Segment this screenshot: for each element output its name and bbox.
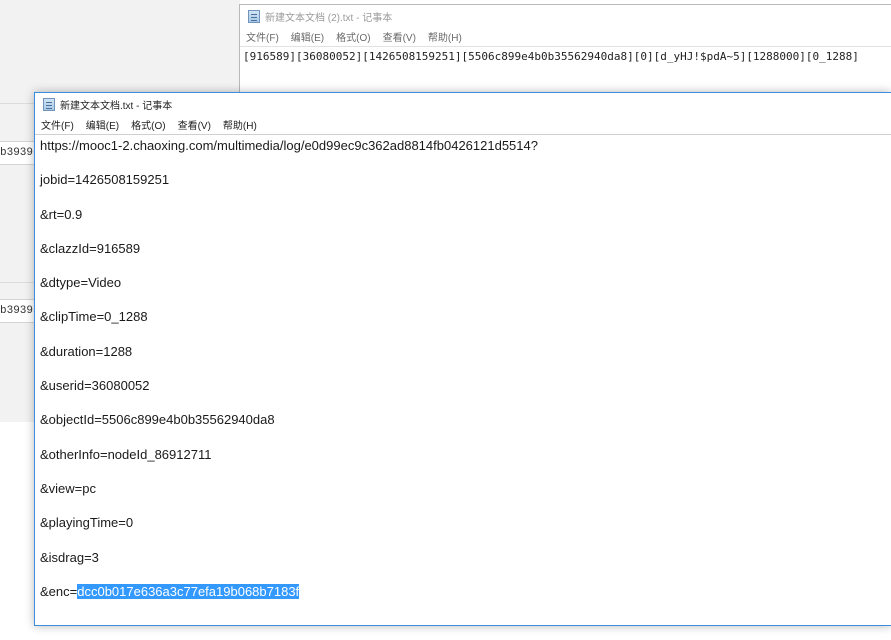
notepad-window-front[interactable]: 新建文本文档.txt - 记事本 文件(F) 编辑(E) 格式(O) 查看(V)…: [34, 92, 891, 626]
background-text-field[interactable]: b39395: [0, 141, 35, 165]
text-line: &clazzId=916589: [40, 240, 141, 256]
text-line: &playingTime=0: [40, 515, 134, 531]
menu-bar: 文件(F) 编辑(E) 格式(O) 查看(V) 帮助(H): [35, 115, 891, 134]
notepad-window-back[interactable]: 新建文本文档 (2).txt - 记事本 文件(F) 编辑(E) 格式(O) 查…: [239, 4, 891, 94]
menu-format[interactable]: 格式(O): [330, 29, 376, 44]
text-line: &objectId=5506c899e4b0b35562940da8: [40, 412, 275, 428]
title-bar[interactable]: 新建文本文档 (2).txt - 记事本: [240, 5, 891, 27]
text-editor-area[interactable]: [916589][36080052][1426508159251][5506c8…: [240, 46, 891, 93]
window-title: 新建文本文档 (2).txt - 记事本: [265, 12, 393, 24]
window-title: 新建文本文档.txt - 记事本: [60, 100, 173, 112]
text-line-enc: &enc=dcc0b017e636a3c77efa19b068b7183f: [40, 583, 891, 618]
text-line: &dtype=Video: [40, 275, 122, 291]
background-text-field[interactable]: b39395: [0, 299, 35, 323]
text-line: https://mooc1-2.chaoxing.com/multimedia/…: [40, 138, 538, 153]
menu-bar: 文件(F) 编辑(E) 格式(O) 查看(V) 帮助(H): [240, 27, 891, 46]
text-line: &userid=36080052: [40, 378, 150, 394]
text-line: &rt=0.9: [40, 206, 83, 222]
menu-file[interactable]: 文件(F): [35, 117, 80, 132]
menu-edit[interactable]: 编辑(E): [285, 29, 330, 44]
text-line: &duration=1288: [40, 343, 133, 359]
text-editor-area[interactable]: https://mooc1-2.chaoxing.com/multimedia/…: [35, 134, 891, 625]
enc-label: &enc=: [40, 583, 78, 599]
selected-text[interactable]: dcc0b017e636a3c77efa19b068b7183f: [77, 583, 300, 599]
menu-file[interactable]: 文件(F): [240, 29, 285, 44]
text-line: &view=pc: [40, 480, 96, 496]
text-line: &otherInfo=nodeId_86912711: [40, 446, 212, 462]
menu-edit[interactable]: 编辑(E): [80, 117, 125, 132]
editor-content: [916589][36080052][1426508159251][5506c8…: [243, 50, 859, 63]
menu-format[interactable]: 格式(O): [125, 117, 171, 132]
notepad-icon: [248, 9, 260, 23]
menu-view[interactable]: 查看(V): [377, 29, 422, 44]
menu-help[interactable]: 帮助(H): [422, 29, 468, 44]
notepad-icon: [43, 97, 55, 111]
text-line: &clipTime=0_1288: [40, 309, 148, 325]
text-line: &isdrag=3: [40, 549, 99, 565]
menu-view[interactable]: 查看(V): [172, 117, 217, 132]
text-line: jobid=1426508159251: [40, 172, 170, 188]
menu-help[interactable]: 帮助(H): [217, 117, 263, 132]
title-bar[interactable]: 新建文本文档.txt - 记事本: [35, 93, 891, 115]
